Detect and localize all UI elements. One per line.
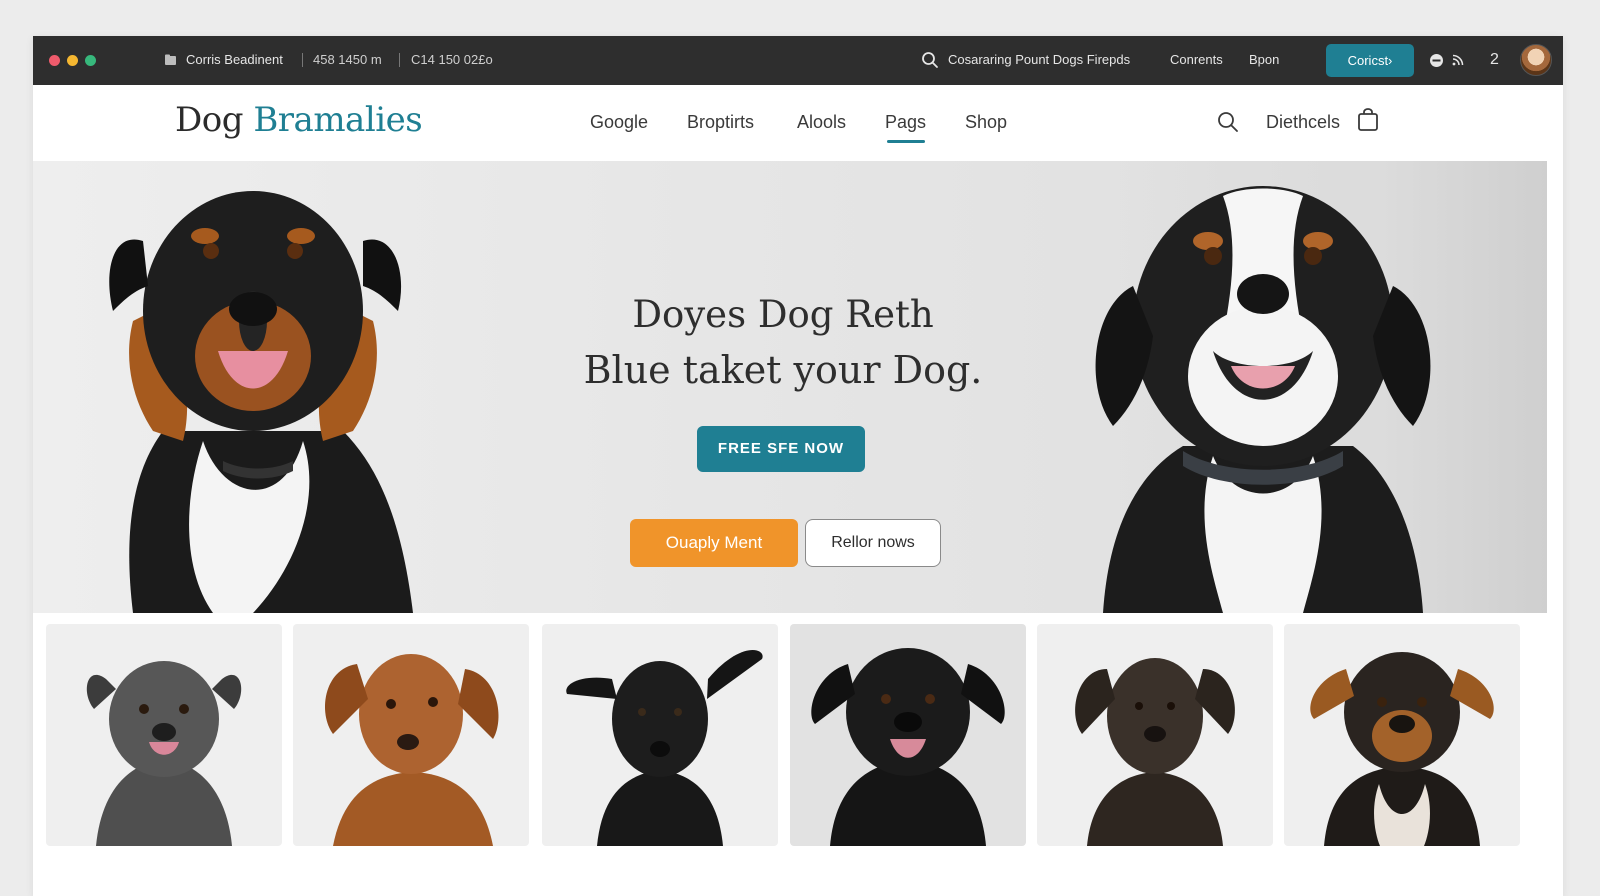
browser-window: Corris Beadinent 458 1450 m C14 150 02£o…	[33, 36, 1563, 896]
dog-thumbnail-6[interactable]	[1284, 624, 1520, 846]
minimize-window-dot[interactable]	[67, 55, 78, 66]
nav-item-shop[interactable]: Shop	[965, 110, 1007, 134]
dog-thumbnail-grid	[33, 624, 1563, 848]
stat-a: 458 1450 m	[313, 52, 382, 67]
site-logo[interactable]: Dog Bramalies	[175, 99, 423, 141]
free-trial-button[interactable]: FREE SFE NOW	[697, 426, 865, 472]
nav-item-pags[interactable]: Pags	[885, 110, 926, 134]
topbar-link-bpon[interactable]: Bpon	[1249, 52, 1279, 68]
secondary-action-button[interactable]: Rellor nows	[805, 519, 941, 567]
top-toolbar: Corris Beadinent 458 1450 m C14 150 02£o…	[33, 36, 1563, 85]
notification-count[interactable]: 2	[1490, 52, 1499, 68]
globe-icon[interactable]	[1429, 53, 1444, 73]
rss-icon[interactable]	[1451, 54, 1464, 72]
folder-icon	[164, 53, 177, 71]
separator	[399, 53, 400, 67]
hero-dog-photo-left	[109, 191, 413, 613]
bag-icon[interactable]	[1357, 108, 1379, 137]
nav-item-alools[interactable]: Alools	[797, 110, 846, 134]
separator	[302, 53, 303, 67]
primary-action-button[interactable]: Ouaply Ment	[630, 519, 798, 567]
dog-thumbnail-1[interactable]	[46, 624, 282, 846]
dog-thumbnail-5[interactable]	[1037, 624, 1273, 846]
hero-title-line-1: Doyes Dog Reth	[632, 293, 934, 336]
logo-word-2: Bramalies	[253, 100, 423, 140]
avatar[interactable]	[1520, 44, 1552, 76]
active-nav-indicator	[887, 140, 925, 143]
logo-word-1: Dog	[175, 100, 244, 140]
stat-b: C14 150 02£o	[411, 52, 493, 67]
main-navbar: Dog Bramalies Google Broptirts Alools Pa…	[33, 85, 1563, 161]
hero-dog-photo-right	[1095, 186, 1431, 613]
dog-thumbnail-2[interactable]	[293, 624, 529, 846]
dog-thumbnail-3[interactable]	[542, 624, 778, 846]
dog-thumbnail-4[interactable]	[790, 624, 1026, 846]
topbar-link-contents[interactable]: Conrents	[1170, 52, 1223, 68]
hero-banner: Doyes Dog Reth Blue taket your Dog. FREE…	[33, 161, 1547, 613]
account-link[interactable]: Diethcels	[1266, 110, 1340, 134]
search-icon[interactable]	[1217, 111, 1239, 138]
nav-item-google[interactable]: Google	[590, 110, 648, 134]
contact-button[interactable]: Coricst›	[1326, 44, 1414, 77]
close-window-dot[interactable]	[49, 55, 60, 66]
search-icon[interactable]	[921, 51, 939, 74]
nav-item-broptirts[interactable]: Broptirts	[687, 110, 754, 134]
topbar-search-text[interactable]: Cosararing Pount Dogs Firepds	[948, 52, 1130, 68]
maximize-window-dot[interactable]	[85, 55, 96, 66]
hero-title-line-2: Blue taket your Dog.	[583, 348, 983, 392]
account-label[interactable]: Corris Beadinent	[186, 52, 283, 68]
